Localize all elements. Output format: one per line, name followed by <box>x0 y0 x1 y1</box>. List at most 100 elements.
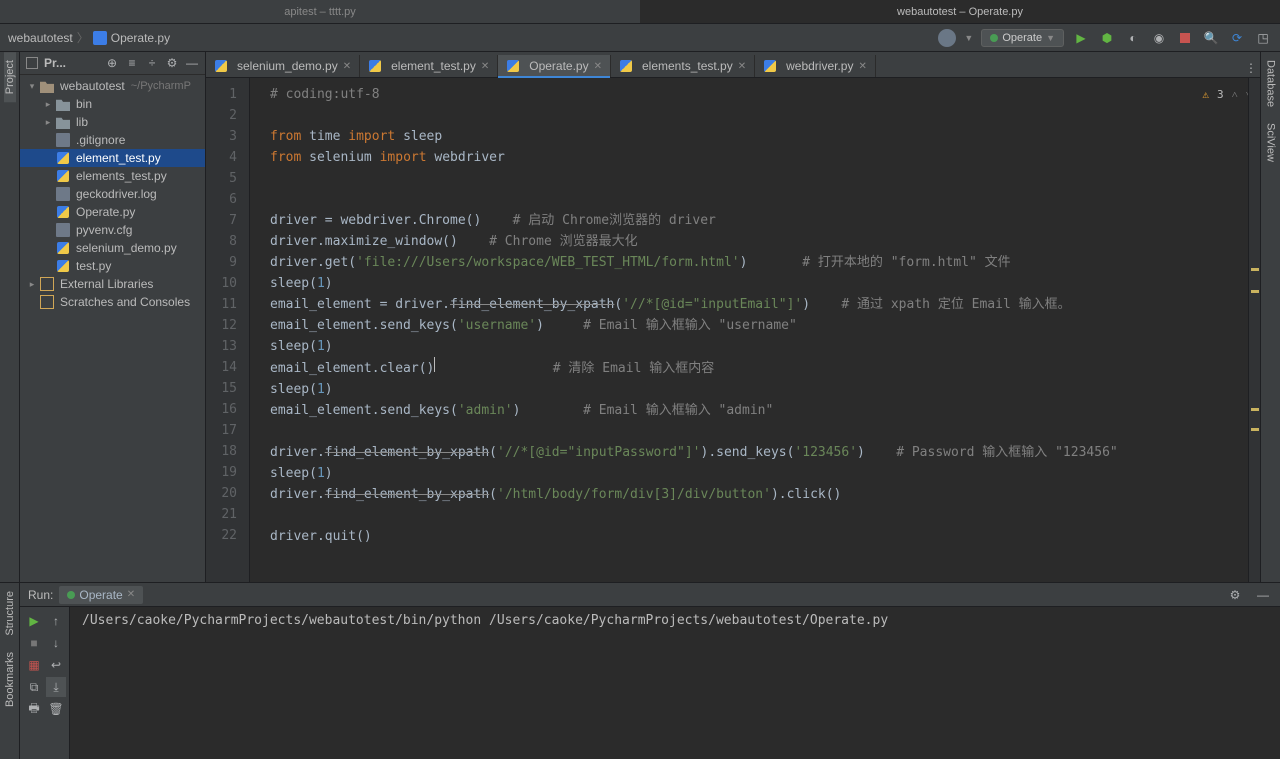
line-number[interactable]: 16 <box>206 399 237 420</box>
hide-panel-icon[interactable]: — <box>185 56 199 70</box>
tree-row[interactable]: elements_test.py <box>20 167 205 185</box>
code-area[interactable]: 12345678910111213141516171819202122 # co… <box>206 78 1260 582</box>
inspections-widget[interactable]: ⚠ 3 ˄ ˅ <box>1202 84 1252 105</box>
line-number[interactable]: 9 <box>206 252 237 273</box>
run-output[interactable]: /Users/caoke/PycharmProjects/webautotest… <box>70 607 1280 759</box>
tree-twisty-icon[interactable]: ▸ <box>42 99 54 110</box>
project-tool-tab[interactable]: Project <box>4 52 16 102</box>
tree-row[interactable]: .gitignore <box>20 131 205 149</box>
run-button-icon[interactable]: ▶ <box>1072 29 1090 47</box>
close-icon[interactable]: ✕ <box>127 589 135 600</box>
select-opened-file-icon[interactable]: ⊕ <box>105 56 119 70</box>
line-number[interactable]: 12 <box>206 315 237 336</box>
editor-tab[interactable]: element_test.py✕ <box>360 55 498 77</box>
line-number[interactable]: 7 <box>206 210 237 231</box>
layout-icon[interactable]: ▦ <box>24 655 44 675</box>
run-panel-tab[interactable]: Operate ✕ <box>59 586 143 604</box>
line-number[interactable]: 3 <box>206 126 237 147</box>
softwrap-icon[interactable]: ↩ <box>46 655 66 675</box>
editor-tab[interactable]: webdriver.py✕ <box>755 55 876 77</box>
line-number[interactable]: 11 <box>206 294 237 315</box>
code-line[interactable]: driver.maximize_window() # Chrome 浏览器最大化 <box>270 231 1118 252</box>
hide-run-panel-icon[interactable]: — <box>1254 586 1272 604</box>
expand-all-icon[interactable]: ≡ <box>125 56 139 70</box>
scroll-to-end-icon[interactable]: ⤓ <box>46 677 66 697</box>
tree-row[interactable]: selenium_demo.py <box>20 239 205 257</box>
editor-tabs-more-icon[interactable]: ⋮ <box>1242 59 1260 77</box>
down-icon[interactable]: ↓ <box>46 633 66 653</box>
tree-row[interactable]: ▸bin <box>20 95 205 113</box>
code-content[interactable]: # coding:utf-8 from time import sleepfro… <box>250 78 1118 582</box>
debug-button-icon[interactable]: ⬢ <box>1098 29 1116 47</box>
code-line[interactable]: driver.find_element_by_xpath('/html/body… <box>270 484 1118 505</box>
tree-twisty-icon[interactable]: ▸ <box>26 279 38 290</box>
line-number[interactable]: 5 <box>206 168 237 189</box>
pin-icon[interactable]: ⧉ <box>24 677 44 697</box>
up-icon[interactable]: ↑ <box>46 611 66 631</box>
code-line[interactable]: # coding:utf-8 <box>270 84 1118 105</box>
database-tool-tab[interactable]: Database <box>1265 52 1277 115</box>
warning-marker[interactable] <box>1251 290 1259 293</box>
tree-row[interactable]: Scratches and Consoles <box>20 293 205 311</box>
code-line[interactable]: email_element.send_keys('username') # Em… <box>270 315 1118 336</box>
line-number[interactable]: 17 <box>206 420 237 441</box>
code-line[interactable]: driver.get('file:///Users/workspace/WEB_… <box>270 252 1118 273</box>
code-line[interactable]: sleep(1) <box>270 336 1118 357</box>
search-icon[interactable]: 🔍 <box>1202 29 1220 47</box>
rerun-icon[interactable]: ▶ <box>24 611 44 631</box>
code-line[interactable]: driver.find_element_by_xpath('//*[@id="i… <box>270 442 1118 463</box>
code-line[interactable]: driver = webdriver.Chrome() # 启动 Chrome浏… <box>270 210 1118 231</box>
window-tab[interactable]: apitest – tttt.py <box>0 0 640 23</box>
user-avatar-icon[interactable] <box>938 29 956 47</box>
tree-row[interactable]: test.py <box>20 257 205 275</box>
line-number[interactable]: 10 <box>206 273 237 294</box>
run-config-selector[interactable]: Operate ▼ <box>981 29 1064 47</box>
avatar-chevron-icon[interactable]: ▼ <box>964 33 973 43</box>
warning-marker[interactable] <box>1251 268 1259 271</box>
code-line[interactable]: email_element = driver.find_element_by_x… <box>270 294 1118 315</box>
run-settings-icon[interactable]: ⚙ <box>1226 586 1244 604</box>
marker-strip[interactable] <box>1248 78 1260 582</box>
line-number[interactable]: 20 <box>206 483 237 504</box>
line-number[interactable]: 8 <box>206 231 237 252</box>
close-icon[interactable]: ✕ <box>594 61 602 72</box>
tree-row[interactable]: ▾webautotest~/PycharmP <box>20 77 205 95</box>
window-tab[interactable]: webautotest – Operate.py <box>640 0 1280 23</box>
code-line[interactable]: email_element.send_keys('admin') # Email… <box>270 400 1118 421</box>
line-number[interactable]: 6 <box>206 189 237 210</box>
tree-row[interactable]: element_test.py <box>20 149 205 167</box>
print-icon[interactable]: 🖶 <box>24 699 44 719</box>
line-number[interactable]: 18 <box>206 441 237 462</box>
code-line[interactable] <box>270 421 1118 442</box>
line-number[interactable]: 21 <box>206 504 237 525</box>
close-icon[interactable]: ✕ <box>858 61 866 72</box>
editor-tab[interactable]: selenium_demo.py✕ <box>206 55 360 77</box>
collapse-all-icon[interactable]: ÷ <box>145 56 159 70</box>
code-line[interactable] <box>270 105 1118 126</box>
tree-row[interactable]: pyvenv.cfg <box>20 221 205 239</box>
coverage-button-icon[interactable]: ◐ <box>1124 29 1142 47</box>
line-number[interactable]: 22 <box>206 525 237 546</box>
clear-icon[interactable]: 🗑 <box>46 699 66 719</box>
editor-tab[interactable]: Operate.py✕ <box>498 55 611 77</box>
tree-row[interactable]: ▸External Libraries <box>20 275 205 293</box>
prev-highlight-icon[interactable]: ˄ <box>1232 84 1238 105</box>
tree-row[interactable]: Operate.py <box>20 203 205 221</box>
sciview-tool-tab[interactable]: SciView <box>1265 115 1277 170</box>
tree-row[interactable]: ▸lib <box>20 113 205 131</box>
code-line[interactable]: from time import sleep <box>270 126 1118 147</box>
line-number[interactable]: 19 <box>206 462 237 483</box>
gear-icon[interactable]: ⚙ <box>165 56 179 70</box>
line-number[interactable]: 4 <box>206 147 237 168</box>
line-number[interactable]: 15 <box>206 378 237 399</box>
code-line[interactable] <box>270 505 1118 526</box>
project-tree[interactable]: ▾webautotest~/PycharmP▸bin▸lib.gitignore… <box>20 75 205 582</box>
stop-run-icon[interactable]: ■ <box>24 633 44 653</box>
stop-button[interactable] <box>1176 29 1194 47</box>
warning-marker[interactable] <box>1251 408 1259 411</box>
ide-settings-icon[interactable]: ◳ <box>1254 29 1272 47</box>
code-line[interactable]: sleep(1) <box>270 463 1118 484</box>
sync-icon[interactable]: ⟳ <box>1228 29 1246 47</box>
close-icon[interactable]: ✕ <box>343 61 351 72</box>
code-line[interactable]: email_element.clear() # 清除 Email 输入框内容 <box>270 357 1118 379</box>
